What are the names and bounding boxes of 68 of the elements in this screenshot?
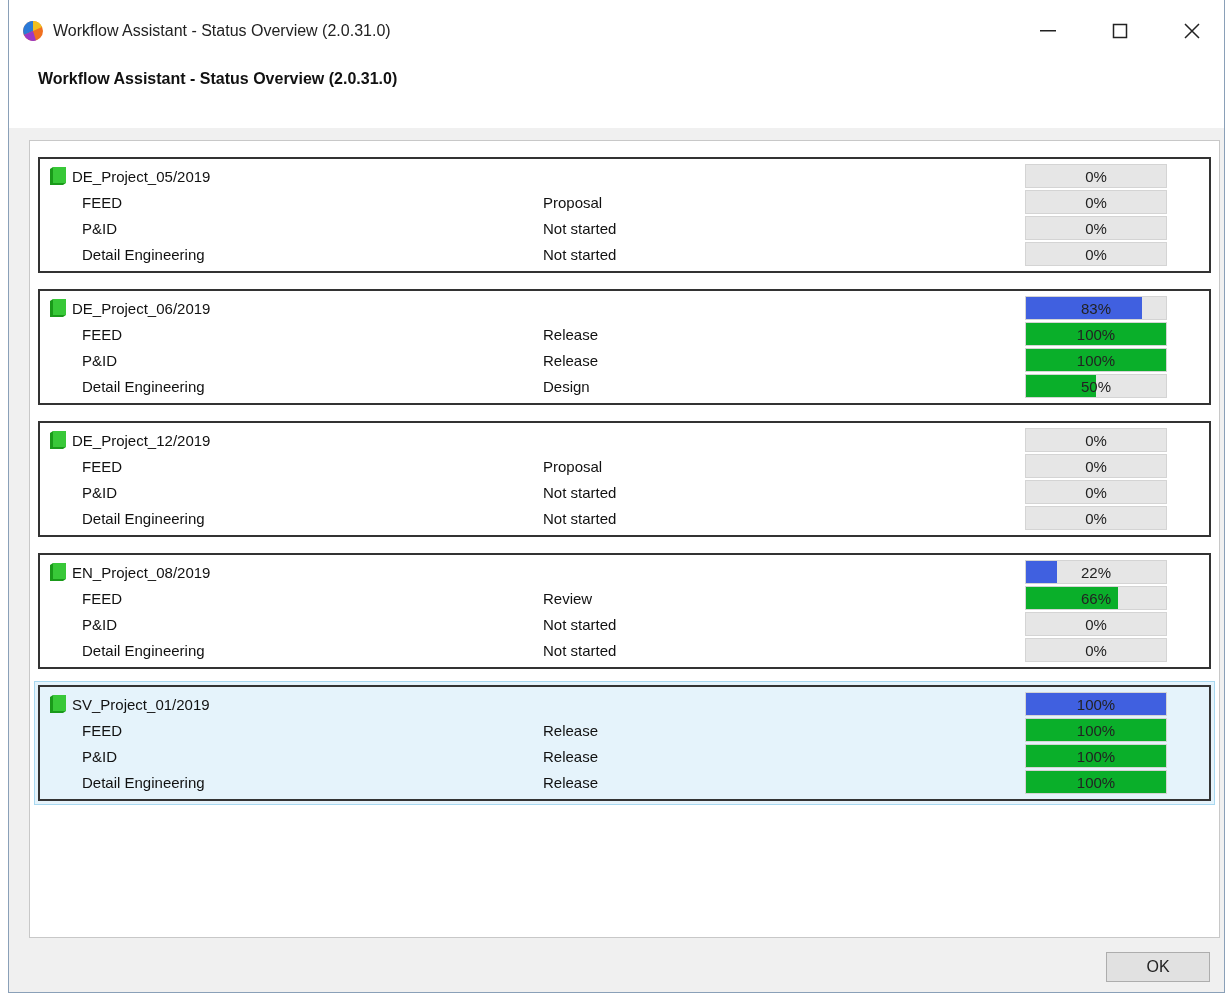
maximize-icon: [1112, 23, 1128, 39]
percent-label: 0%: [1085, 457, 1107, 475]
percent-label: 50%: [1081, 377, 1111, 395]
project-item[interactable]: SV_Project_01/2019 100% FEED Release 100% P&ID Release 100% Detail Engineering Release 100%: [34, 681, 1215, 805]
project-name: DE_Project_06/2019: [72, 299, 211, 317]
step-status: Proposal: [543, 193, 604, 211]
step-status: Not started: [543, 483, 618, 501]
step-name: Detail Engineering: [81, 641, 206, 659]
step-name: FEED: [81, 721, 123, 739]
app-logo-icon: [21, 19, 45, 43]
step-name: P&ID: [81, 351, 118, 369]
percent-label: 22%: [1081, 563, 1111, 581]
percent-label: 0%: [1085, 615, 1107, 633]
step-status: Design: [543, 377, 591, 395]
step-name: P&ID: [81, 747, 118, 765]
step-status: Release: [543, 351, 600, 369]
percent-label: 0%: [1085, 167, 1107, 185]
step-status: Review: [543, 589, 594, 607]
percent-label: 83%: [1081, 299, 1111, 317]
percent-label: 100%: [1076, 695, 1116, 713]
step-name: Detail Engineering: [81, 509, 206, 527]
step-name: FEED: [81, 325, 123, 343]
percent-label: 100%: [1076, 773, 1116, 791]
project-name: EN_Project_08/2019: [72, 563, 211, 581]
step-name: P&ID: [81, 483, 118, 501]
step-status: Not started: [543, 245, 618, 263]
step-name: P&ID: [81, 219, 118, 237]
book-icon: [48, 694, 68, 714]
percent-label: 0%: [1085, 431, 1107, 449]
percent-label: 0%: [1085, 483, 1107, 501]
step-name: Detail Engineering: [81, 377, 206, 395]
step-status: Proposal: [543, 457, 604, 475]
window-title: Workflow Assistant - Status Overview (2.0.31.0): [53, 22, 392, 40]
dialog-heading: Workflow Assistant - Status Overview (2.0.31.0): [38, 70, 398, 88]
percent-label: 0%: [1085, 245, 1107, 263]
step-name: Detail Engineering: [81, 245, 206, 263]
percent-label: 0%: [1085, 193, 1107, 211]
project-name: DE_Project_05/2019: [72, 167, 211, 185]
step-name: FEED: [81, 193, 123, 211]
step-name: Detail Engineering: [81, 773, 206, 791]
step-status: Release: [543, 773, 600, 791]
percent-label: 66%: [1081, 589, 1111, 607]
step-name: FEED: [81, 457, 123, 475]
percent-label: 100%: [1076, 721, 1116, 739]
step-status: Release: [543, 721, 600, 739]
project-name: DE_Project_12/2019: [72, 431, 211, 449]
step-status: Not started: [543, 615, 618, 633]
book-icon: [48, 298, 68, 318]
percent-label: 100%: [1076, 325, 1116, 343]
step-status: Release: [543, 325, 600, 343]
percent-label: 0%: [1085, 509, 1107, 527]
project-name: SV_Project_01/2019: [72, 695, 210, 713]
step-status: Not started: [543, 641, 618, 659]
step-name: FEED: [81, 589, 123, 607]
percent-label: 0%: [1085, 219, 1107, 237]
step-status: Release: [543, 747, 600, 765]
close-icon: [1184, 23, 1200, 39]
percent-label: 0%: [1085, 641, 1107, 659]
ok-button[interactable]: OK: [1106, 952, 1210, 982]
book-icon: [48, 430, 68, 450]
step-name: P&ID: [81, 615, 118, 633]
minimize-icon: [1040, 30, 1056, 32]
book-icon: [48, 562, 68, 582]
step-status: Not started: [543, 509, 618, 527]
book-icon: [48, 166, 68, 186]
percent-label: 100%: [1076, 747, 1116, 765]
step-status: Not started: [543, 219, 618, 237]
percent-label: 100%: [1076, 351, 1116, 369]
